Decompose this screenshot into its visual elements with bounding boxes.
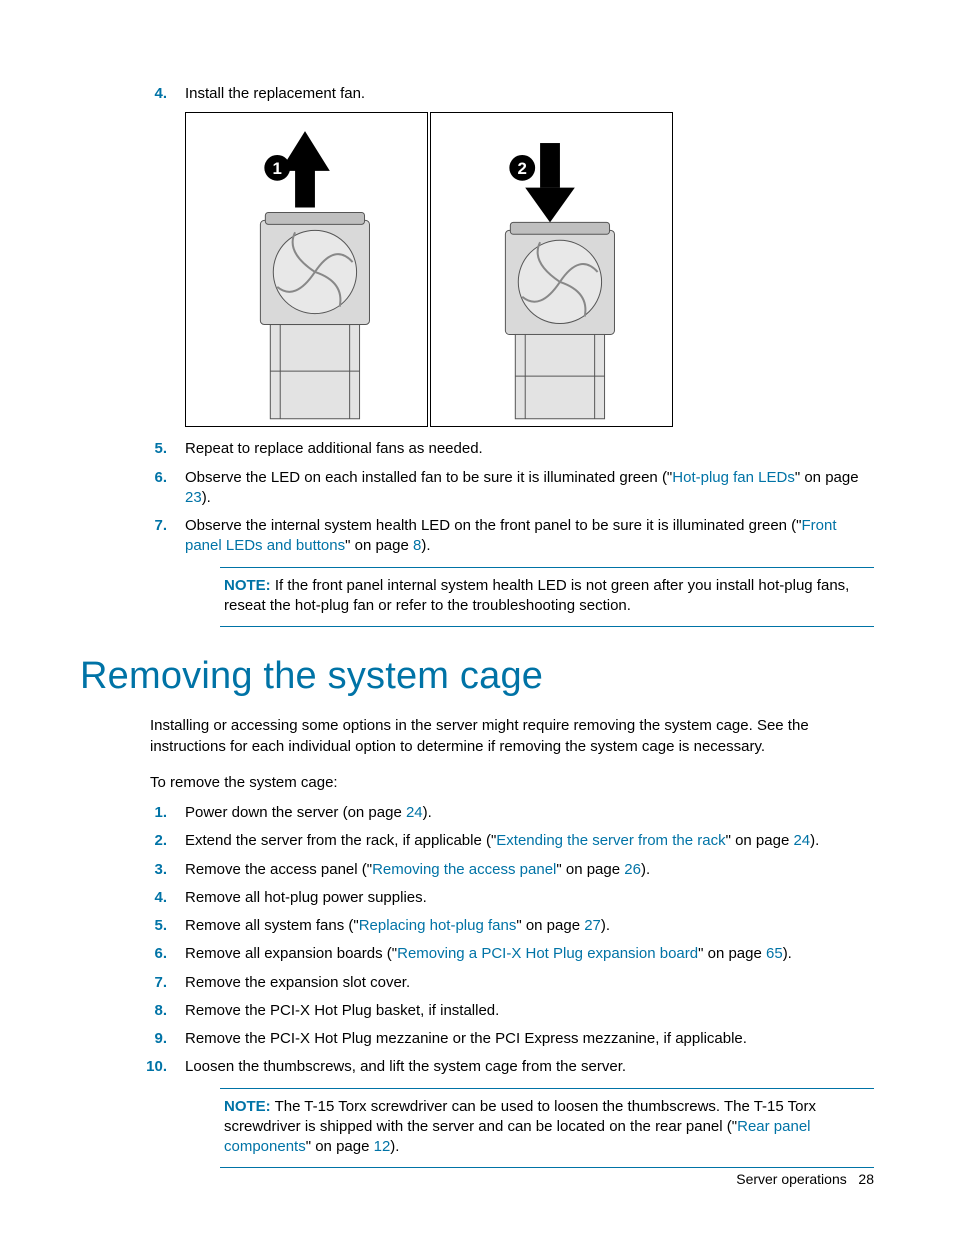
fan-install-illustration: 2 <box>431 113 672 426</box>
step-b6: 6. Remove all expansion boards ("Removin… <box>80 944 874 964</box>
step-text: Remove the access panel ("Removing the a… <box>185 860 874 880</box>
note-label: NOTE: <box>224 577 271 594</box>
fan-figure: 1 <box>185 112 874 427</box>
page: 4. Install the replacement fan. 1 <box>0 0 954 1235</box>
step-number: 1. <box>80 803 185 823</box>
note-label: NOTE: <box>224 1098 271 1115</box>
step-b10: 10. Loosen the thumbscrews, and lift the… <box>80 1057 874 1077</box>
top-steps: 4. Install the replacement fan. <box>80 84 874 104</box>
step-5: 5. Repeat to replace additional fans as … <box>80 439 874 459</box>
step-number: 10. <box>80 1057 185 1077</box>
step-text: Install the replacement fan. <box>185 84 874 104</box>
fan-remove-illustration: 1 <box>186 113 427 426</box>
note-text: If the front panel internal system healt… <box>224 577 849 614</box>
step-text: Remove all system fans ("Replacing hot-p… <box>185 916 874 936</box>
figure-badge-1: 1 <box>273 159 282 178</box>
step-b7: 7. Remove the expansion slot cover. <box>80 973 874 993</box>
text: ). <box>423 804 432 821</box>
link-hotplug-fan-leds[interactable]: Hot-plug fan LEDs <box>672 469 795 486</box>
note-text-pre: The T-15 Torx screwdriver can be used to… <box>224 1098 816 1135</box>
text: Observe the internal system health LED o… <box>185 517 802 534</box>
page-footer: Server operations 28 <box>736 1170 874 1189</box>
step-text: Remove all hot-plug power supplies. <box>185 888 874 908</box>
text: ). <box>202 489 211 506</box>
top-steps-cont: 5. Repeat to replace additional fans as … <box>80 439 874 556</box>
page-link-26[interactable]: 26 <box>624 861 641 878</box>
step-number: 2. <box>80 831 185 851</box>
step-text: Extend the server from the rack, if appl… <box>185 831 874 851</box>
text: ). <box>783 945 792 962</box>
page-link-12[interactable]: 12 <box>374 1138 391 1155</box>
text: Remove all expansion boards (" <box>185 945 397 962</box>
step-text: Repeat to replace additional fans as nee… <box>185 439 874 459</box>
step-b1: 1. Power down the server (on page 24). <box>80 803 874 823</box>
step-text: Remove all expansion boards ("Removing a… <box>185 944 874 964</box>
step-number: 5. <box>80 916 185 936</box>
text: " on page <box>516 917 584 934</box>
text: Extend the server from the rack, if appl… <box>185 832 496 849</box>
step-number: 4. <box>80 888 185 908</box>
text: Observe the LED on each installed fan to… <box>185 469 672 486</box>
step-b2: 2. Extend the server from the rack, if a… <box>80 831 874 851</box>
text: Power down the server (on page <box>185 804 406 821</box>
footer-section: Server operations <box>736 1171 847 1187</box>
figure-badge-2: 2 <box>518 159 527 178</box>
step-number: 4. <box>80 84 185 104</box>
figure-panel-1: 1 <box>185 112 428 427</box>
bottom-steps: 1. Power down the server (on page 24). 2… <box>80 803 874 1078</box>
text: " on page <box>795 469 859 486</box>
step-number: 9. <box>80 1029 185 1049</box>
step-number: 3. <box>80 860 185 880</box>
step-number: 6. <box>80 468 185 509</box>
step-text: Observe the LED on each installed fan to… <box>185 468 874 509</box>
step-b3: 3. Remove the access panel ("Removing th… <box>80 860 874 880</box>
text: " on page <box>698 945 766 962</box>
text: Remove the access panel (" <box>185 861 372 878</box>
step-text: Remove the expansion slot cover. <box>185 973 874 993</box>
page-link-23[interactable]: 23 <box>185 489 202 506</box>
step-4: 4. Install the replacement fan. <box>80 84 874 104</box>
step-text: Power down the server (on page 24). <box>185 803 874 823</box>
text: " on page <box>345 537 413 554</box>
page-link-65[interactable]: 65 <box>766 945 783 962</box>
link-extending-server[interactable]: Extending the server from the rack <box>496 832 725 849</box>
text: ). <box>601 917 610 934</box>
link-removing-access-panel[interactable]: Removing the access panel <box>372 861 556 878</box>
step-text: Remove the PCI-X Hot Plug mezzanine or t… <box>185 1029 874 1049</box>
step-text: Observe the internal system health LED o… <box>185 516 874 557</box>
section-heading: Removing the system cage <box>80 651 874 702</box>
step-6: 6. Observe the LED on each installed fan… <box>80 468 874 509</box>
step-number: 7. <box>80 973 185 993</box>
step-b5: 5. Remove all system fans ("Replacing ho… <box>80 916 874 936</box>
step-b8: 8. Remove the PCI-X Hot Plug basket, if … <box>80 1001 874 1021</box>
intro-paragraph: Installing or accessing some options in … <box>150 716 874 757</box>
note-text-post: ). <box>390 1138 399 1155</box>
note-bottom: NOTE: The T-15 Torx screwdriver can be u… <box>220 1088 874 1169</box>
link-removing-pcix-board[interactable]: Removing a PCI-X Hot Plug expansion boar… <box>397 945 698 962</box>
text: ). <box>421 537 430 554</box>
step-text: Remove the PCI-X Hot Plug basket, if ins… <box>185 1001 874 1021</box>
note-text-mid: " on page <box>306 1138 374 1155</box>
step-b4: 4. Remove all hot-plug power supplies. <box>80 888 874 908</box>
note-top: NOTE: If the front panel internal system… <box>220 567 874 628</box>
step-number: 7. <box>80 516 185 557</box>
figure-panel-2: 2 <box>430 112 673 427</box>
lead-in: To remove the system cage: <box>150 773 874 793</box>
text: " on page <box>556 861 624 878</box>
text: ). <box>810 832 819 849</box>
page-link-24b[interactable]: 24 <box>793 832 810 849</box>
page-link-27[interactable]: 27 <box>584 917 601 934</box>
text: " on page <box>726 832 794 849</box>
step-number: 6. <box>80 944 185 964</box>
text: ). <box>641 861 650 878</box>
page-link-24a[interactable]: 24 <box>406 804 423 821</box>
step-b9: 9. Remove the PCI-X Hot Plug mezzanine o… <box>80 1029 874 1049</box>
step-7: 7. Observe the internal system health LE… <box>80 516 874 557</box>
step-number: 5. <box>80 439 185 459</box>
step-text: Loosen the thumbscrews, and lift the sys… <box>185 1057 874 1077</box>
text: Remove all system fans (" <box>185 917 359 934</box>
footer-page-number: 28 <box>858 1171 874 1187</box>
link-replacing-hotplug-fans[interactable]: Replacing hot-plug fans <box>359 917 517 934</box>
step-number: 8. <box>80 1001 185 1021</box>
